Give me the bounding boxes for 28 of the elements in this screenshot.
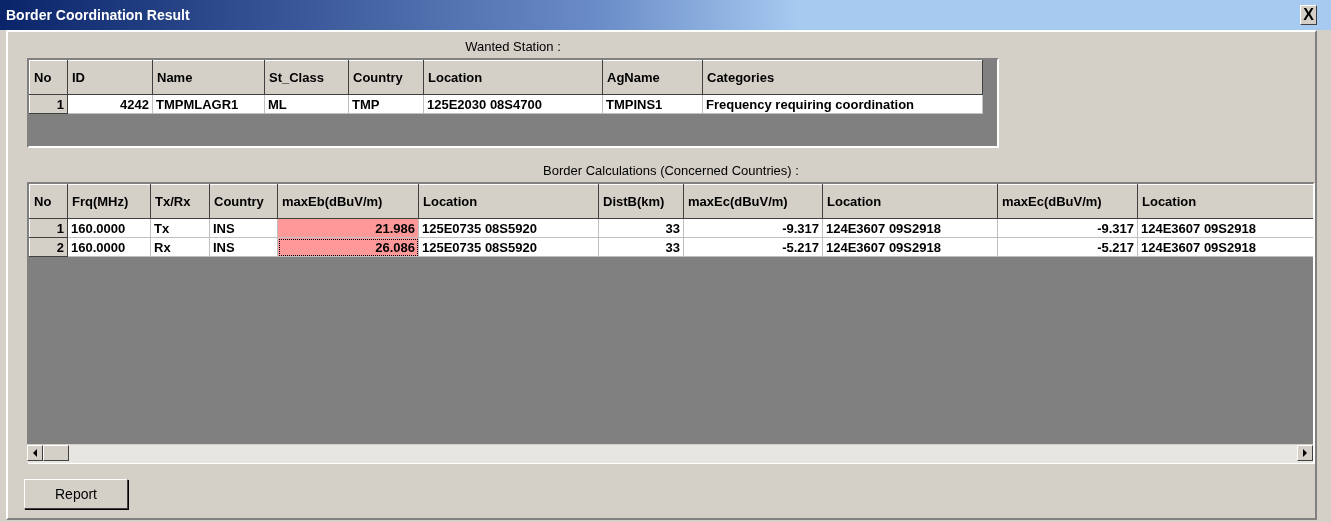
column-header[interactable]: Location <box>822 184 998 219</box>
column-header[interactable]: Categories <box>702 60 983 95</box>
column-header[interactable]: Frq(MHz) <box>67 184 151 219</box>
scroll-thumb[interactable] <box>43 445 69 461</box>
report-button[interactable]: Report <box>24 479 128 509</box>
horizontal-scrollbar[interactable] <box>27 444 1313 463</box>
column-header[interactable]: Location <box>1137 184 1313 219</box>
column-header[interactable]: Tx/Rx <box>150 184 210 219</box>
column-header[interactable]: Country <box>348 60 424 95</box>
column-header[interactable]: St_Class <box>264 60 349 95</box>
column-header[interactable]: maxEc(dBuV/m) <box>997 184 1138 219</box>
close-button[interactable]: X <box>1300 5 1317 25</box>
column-header[interactable]: Name <box>152 60 265 95</box>
column-header[interactable]: DistB(km) <box>598 184 684 219</box>
window-title: Border Coordination Result <box>6 7 190 23</box>
section-label: Wanted Station : <box>464 38 562 56</box>
column-header[interactable]: Country <box>209 184 278 219</box>
section-label: Border Calculations (Concerned Countries) : <box>542 162 800 180</box>
column-header[interactable]: maxEc(dBuV/m) <box>683 184 823 219</box>
column-header[interactable]: Location <box>423 60 603 95</box>
column-header[interactable]: AgName <box>602 60 703 95</box>
scroll-right-icon[interactable] <box>1297 445 1313 461</box>
scroll-left-icon[interactable] <box>27 445 43 461</box>
column-header[interactable]: No <box>29 184 68 219</box>
column-header[interactable]: maxEb(dBuV/m) <box>277 184 419 219</box>
column-header[interactable]: ID <box>67 60 153 95</box>
column-header[interactable]: No <box>29 60 68 95</box>
column-header[interactable]: Location <box>418 184 599 219</box>
